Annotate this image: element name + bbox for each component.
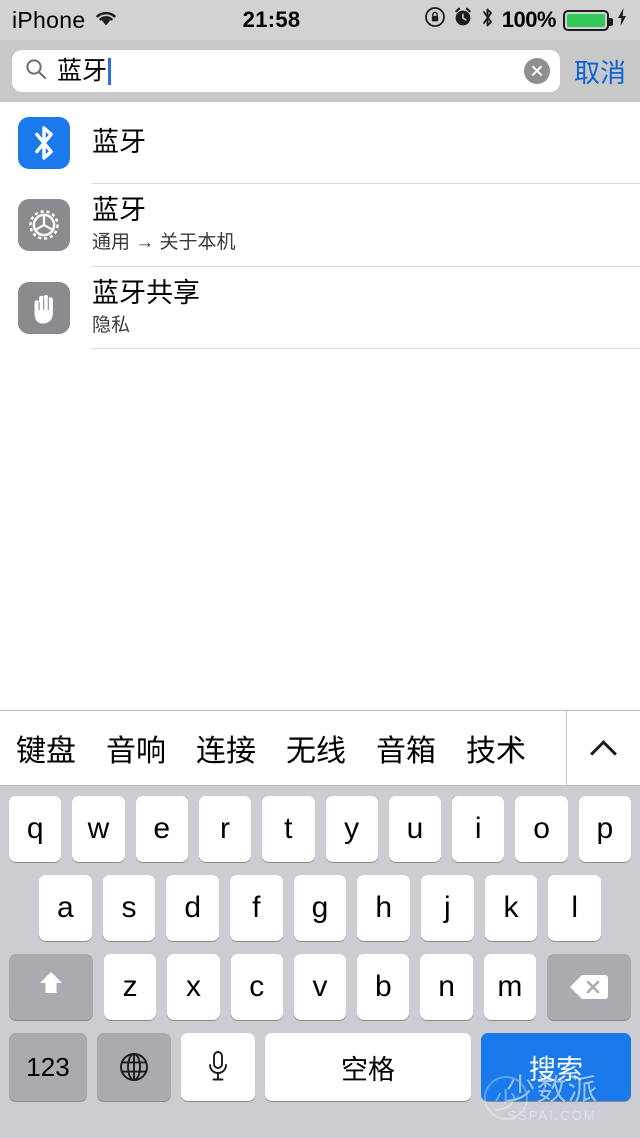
shift-arrow-icon [34,966,68,1008]
battery-percent-label: 100% [501,7,557,32]
wifi-icon [93,7,119,33]
key-d[interactable]: d [166,875,219,941]
search-icon [24,57,48,86]
expand-suggestions-button[interactable] [566,711,640,785]
result-subtitle: 通用 → 关于本机 [92,231,236,253]
suggestion-item[interactable]: 音箱 [376,726,436,770]
bluetooth-icon [480,6,495,35]
suggestion-item[interactable]: 键盘 [16,726,76,770]
privacy-hand-icon [18,281,70,334]
key-n[interactable]: n [420,954,473,1020]
status-bar-left: iPhone [12,7,119,34]
carrier-label: iPhone [12,6,86,33]
result-body: 蓝牙 通用 → 关于本机 [92,184,640,267]
key-v[interactable]: v [293,954,347,1020]
result-row-bluetooth[interactable]: 蓝牙 [0,102,640,184]
key-f[interactable]: f [230,875,283,941]
shift-key[interactable] [9,954,94,1020]
predictive-suggestion-bar: 键盘 音响 连接 无线 音箱 技术 [0,710,640,786]
key-z[interactable]: z [104,954,157,1020]
onscreen-keyboard: q w e r t y u i o p a s d f g h j k l z … [0,786,640,1138]
key-k[interactable]: k [484,875,538,941]
suggestion-item[interactable]: 音响 [106,726,166,770]
watermark-sub-text: SSPAI.COM [507,1108,597,1123]
key-e[interactable]: e [135,796,188,862]
microphone-icon [205,1049,231,1085]
key-x[interactable]: x [167,954,220,1020]
suggestion-scroller[interactable]: 键盘 音响 连接 无线 音箱 技术 [0,711,566,785]
rotation-lock-icon [424,6,446,34]
key-t[interactable]: t [262,796,315,862]
search-bar: 蓝牙 取消 [0,40,640,102]
status-bar-time: 21:58 [242,7,301,32]
status-bar-right: 100% [424,6,628,35]
lightning-bolt-icon [616,7,628,33]
search-query: 蓝牙 [57,56,108,85]
key-u[interactable]: u [388,796,442,862]
key-a[interactable]: a [38,875,92,941]
cancel-button[interactable]: 取消 [570,53,628,90]
backspace-delete-icon [568,972,610,1002]
keyboard-row-4: 123 空格 搜索 [3,1033,637,1101]
status-bar: iPhone 21:58 100% [0,0,640,40]
settings-gear-icon [18,199,70,252]
keyboard-row-1: q w e r t y u i o p [3,796,637,862]
key-w[interactable]: w [72,796,125,862]
battery-icon [563,9,613,31]
key-p[interactable]: p [578,796,631,862]
search-input[interactable]: 蓝牙 [12,50,560,92]
suggestion-item[interactable]: 连接 [196,726,256,770]
key-b[interactable]: b [357,954,410,1020]
globe-language-icon [117,1050,151,1084]
alarm-clock-icon [453,7,473,33]
result-row-general-about-bluetooth[interactable]: 蓝牙 通用 → 关于本机 [0,184,640,267]
result-title: 蓝牙 [92,127,146,158]
result-title: 蓝牙共享 [92,277,200,308]
keyboard-row-2: a s d f g h j k l [3,875,637,941]
text-caret [108,57,112,85]
suggestion-item[interactable]: 无线 [286,726,346,770]
key-s[interactable]: s [102,875,156,941]
search-key[interactable]: 搜索 [481,1033,631,1101]
result-body: 蓝牙共享 隐私 [92,267,640,350]
dictation-key[interactable] [181,1033,255,1101]
key-g[interactable]: g [293,875,347,941]
result-title: 蓝牙 [92,195,146,225]
space-key[interactable]: 空格 [265,1033,471,1101]
iphone-settings-search-screen: iPhone 21:58 100% 蓝牙 取消 蓝牙 蓝牙 通用 → 关于本机 … [0,0,640,1138]
key-y[interactable]: y [325,796,378,862]
key-o[interactable]: o [515,796,568,862]
suggestion-item[interactable]: 技术 [466,726,526,770]
key-i[interactable]: i [452,796,505,862]
backspace-key[interactable] [546,954,631,1020]
result-subtitle: 隐私 [92,314,131,336]
clear-search-button[interactable] [523,58,550,84]
key-q[interactable]: q [9,796,62,862]
globe-key[interactable] [97,1033,171,1101]
bluetooth-app-icon [18,117,70,169]
result-row-bluetooth-sharing[interactable]: 蓝牙共享 隐私 [0,266,640,350]
result-body: 蓝牙 [92,102,640,184]
chevron-up-icon [592,736,616,760]
key-j[interactable]: j [421,875,474,941]
key-r[interactable]: r [198,796,252,862]
search-input-text: 蓝牙 [57,56,515,85]
key-l[interactable]: l [548,875,602,941]
search-results-list: 蓝牙 蓝牙 通用 → 关于本机 蓝牙共享 隐私 [0,102,640,710]
keyboard-row-3: z x c v b n m [3,954,637,1020]
key-c[interactable]: c [230,954,283,1020]
number-mode-key[interactable]: 123 [9,1033,87,1101]
key-h[interactable]: h [357,875,411,941]
key-m[interactable]: m [483,954,536,1020]
